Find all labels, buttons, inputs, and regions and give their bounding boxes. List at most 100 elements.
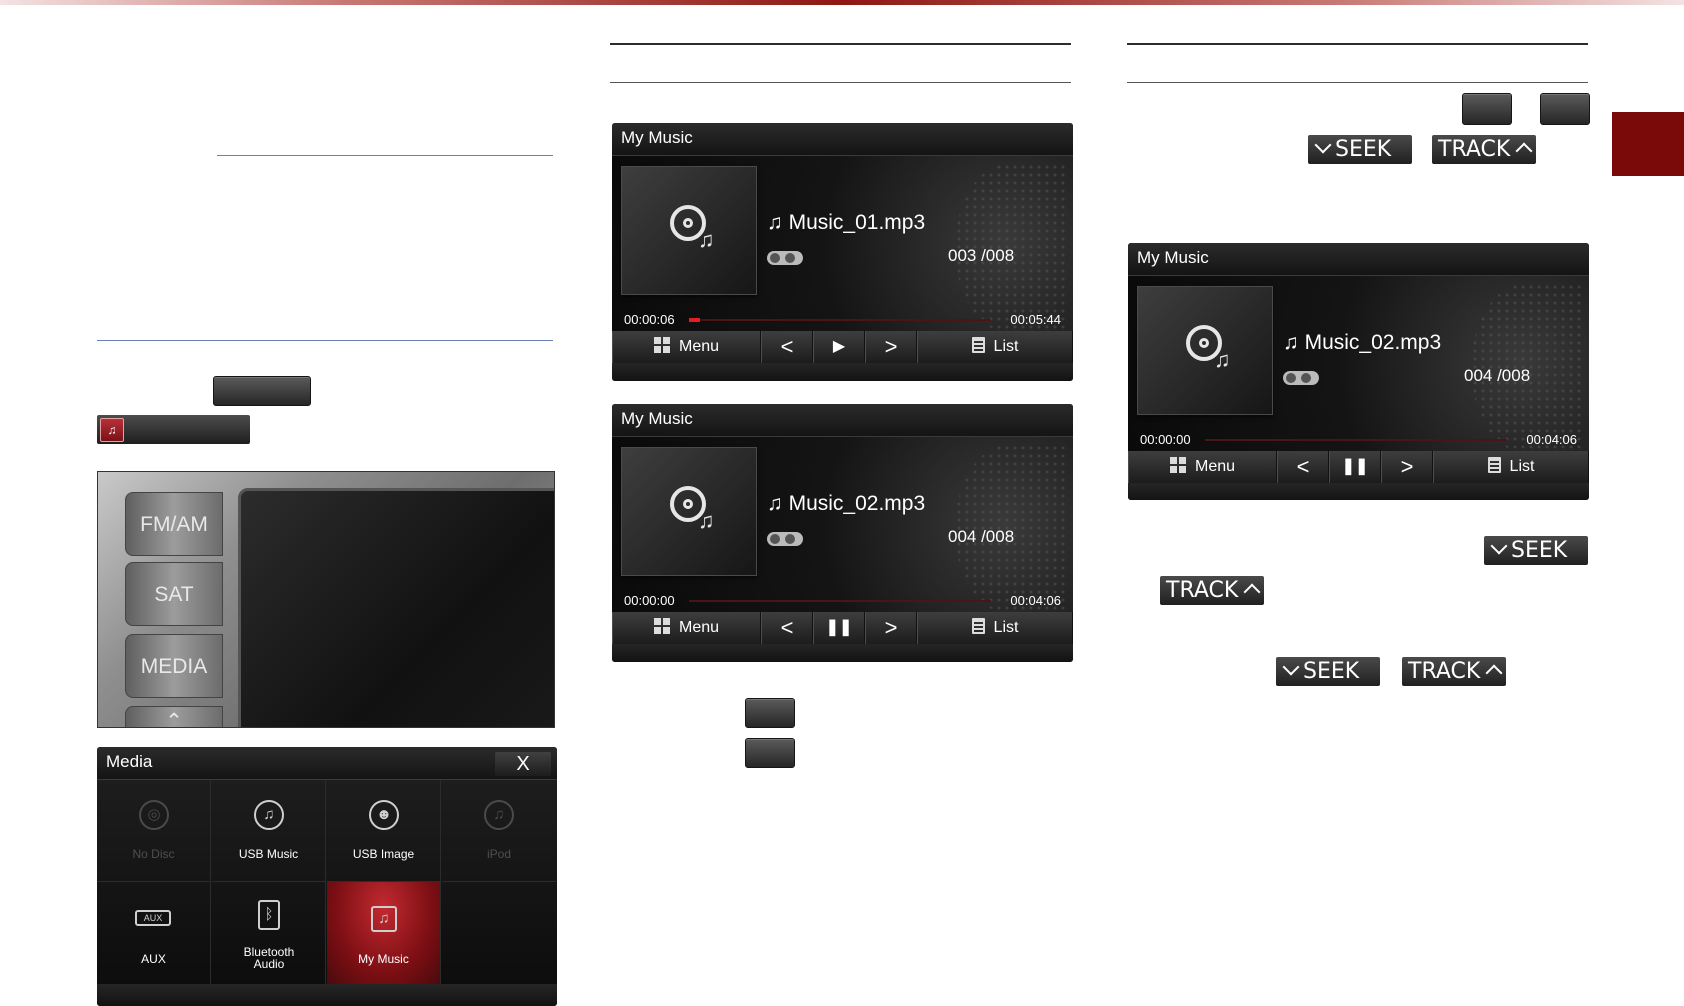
chevron-up-icon — [1485, 664, 1503, 682]
control-bar: Menu < ▶ > List — [612, 331, 1073, 363]
media-item-no-disc: ◎ No Disc — [97, 780, 211, 882]
repeat-shuffle-badge — [767, 251, 803, 265]
media-item-label: No Disc — [132, 847, 175, 861]
screen-title: My Music — [612, 123, 1073, 156]
progress-bar[interactable] — [689, 318, 991, 322]
rule-left-2 — [97, 340, 553, 341]
list-label: List — [993, 619, 1019, 636]
next-button[interactable]: > — [865, 612, 917, 644]
media-menu-footer — [97, 984, 557, 1006]
media-item-label: USB Image — [352, 847, 415, 861]
media-item-label: AUX — [141, 952, 166, 966]
media-item-usb-music[interactable]: ♫ USB Music — [212, 780, 326, 882]
disc-icon: ◎ — [139, 800, 169, 830]
menu-button[interactable]: Menu — [1128, 451, 1277, 483]
progress-fill — [689, 318, 700, 322]
progress-bar[interactable] — [1205, 439, 1507, 441]
list-icon — [971, 337, 985, 353]
track-name: ♫ Music_02.mp3 — [1283, 331, 1442, 354]
media-item-usb-image[interactable]: ☻ USB Image — [327, 780, 441, 882]
pause-button[interactable]: ❚❚ — [1329, 451, 1381, 483]
rule-left-1 — [217, 155, 553, 156]
track-count: 004 /008 — [948, 527, 1015, 546]
media-item-empty — [442, 882, 556, 984]
rule-mid-second — [610, 82, 1071, 83]
chevron-up-icon — [1515, 142, 1533, 160]
previous-button[interactable]: < — [761, 612, 813, 644]
rule-mid-top — [610, 43, 1071, 45]
list-button[interactable]: List — [917, 612, 1073, 644]
top-accent-bar — [0, 0, 1684, 5]
rule-right-second — [1127, 82, 1588, 83]
track-name: ♫ Music_02.mp3 — [767, 492, 926, 515]
album-art: ♫ — [621, 447, 757, 576]
list-icon — [1487, 457, 1501, 473]
time-total: 00:05:44 — [1010, 312, 1061, 327]
chevron-down-icon — [1282, 658, 1300, 676]
media-source-grid: ◎ No Disc ♫ USB Music ☻ USB Image ♫ iPod… — [97, 780, 557, 984]
track-name: ♫ Music_01.mp3 — [767, 211, 926, 234]
my-music-screen-1: My Music ♫ ♫ Music_01.mp3 003 /008 00:00… — [612, 123, 1073, 381]
fm-am-key: FM/AM — [125, 492, 223, 556]
media-item-label: Bluetooth Audio — [243, 945, 295, 971]
previous-button[interactable]: < — [1277, 451, 1329, 483]
next-button[interactable]: > — [865, 331, 917, 363]
key-image-4 — [1540, 93, 1590, 125]
track-button: TRACK — [1402, 657, 1506, 686]
media-item-aux[interactable]: AUX AUX — [97, 882, 211, 984]
my-music-screen-3: My Music ♫ ♫ Music_02.mp3 004 /008 00:00… — [1128, 243, 1589, 500]
play-button[interactable]: ▶ — [813, 331, 865, 363]
media-item-my-music[interactable]: ♫ My Music — [327, 882, 441, 984]
usb-music-icon: ♫ — [254, 800, 284, 830]
media-item-ipod: ♫ iPod — [442, 780, 556, 882]
time-elapsed: 00:00:00 — [624, 593, 675, 608]
pause-button[interactable]: ❚❚ — [813, 612, 865, 644]
next-button[interactable]: > — [1381, 451, 1433, 483]
control-bar: Menu < ❚❚ > List — [1128, 451, 1589, 483]
menu-button[interactable]: Menu — [612, 612, 761, 644]
media-hardware-key: MEDIA — [125, 634, 223, 698]
progress-bar[interactable] — [689, 600, 991, 602]
menu-label: Menu — [1194, 458, 1236, 475]
list-label: List — [993, 338, 1019, 355]
media-menu-screen: Media X ◎ No Disc ♫ USB Music ☻ USB Imag… — [97, 747, 557, 1006]
key-image-3 — [1462, 93, 1512, 125]
media-menu-title: Media — [97, 747, 557, 780]
music-note-icon: ♫ — [698, 508, 715, 533]
menu-button[interactable]: Menu — [612, 331, 761, 363]
time-total: 00:04:06 — [1526, 432, 1577, 447]
track-count: 003 /008 — [948, 246, 1015, 265]
screen-title: My Music — [612, 404, 1073, 437]
my-music-menu-key: ♫ — [97, 415, 250, 444]
time-total: 00:04:06 — [1010, 593, 1061, 608]
chevron-up-icon — [1243, 583, 1261, 601]
music-note-icon: ♫ — [100, 418, 124, 442]
repeat-shuffle-badge — [1283, 371, 1319, 385]
media-item-label: My Music — [358, 952, 409, 966]
media-item-label: USB Music — [238, 847, 299, 861]
chapter-tab — [1612, 112, 1684, 176]
track-button: TRACK — [1432, 135, 1536, 164]
time-elapsed: 00:00:06 — [624, 312, 675, 327]
key-image-2 — [745, 738, 795, 768]
head-unit-screen — [238, 488, 554, 727]
media-item-bluetooth-audio[interactable]: ᛒ Bluetooth Audio — [212, 882, 326, 984]
list-button[interactable]: List — [917, 331, 1073, 363]
seek-button: SEEK — [1308, 135, 1412, 164]
track-count: 004 /008 — [1464, 366, 1531, 385]
screen-footer — [612, 644, 1073, 662]
close-button[interactable]: X — [495, 752, 551, 776]
grid-icon — [1169, 457, 1186, 473]
control-bar: Menu < ❚❚ > List — [612, 612, 1073, 644]
chevron-up-icon: ⌃ — [125, 706, 223, 727]
list-icon — [971, 618, 985, 634]
repeat-shuffle-badge — [767, 532, 803, 546]
sat-key: SAT — [125, 562, 223, 626]
aux-icon: AUX — [135, 910, 171, 926]
media-item-label: iPod — [486, 847, 512, 861]
key-image-1 — [745, 698, 795, 728]
chevron-down-icon — [1490, 537, 1508, 555]
list-button[interactable]: List — [1433, 451, 1589, 483]
menu-label: Menu — [678, 338, 720, 355]
previous-button[interactable]: < — [761, 331, 813, 363]
